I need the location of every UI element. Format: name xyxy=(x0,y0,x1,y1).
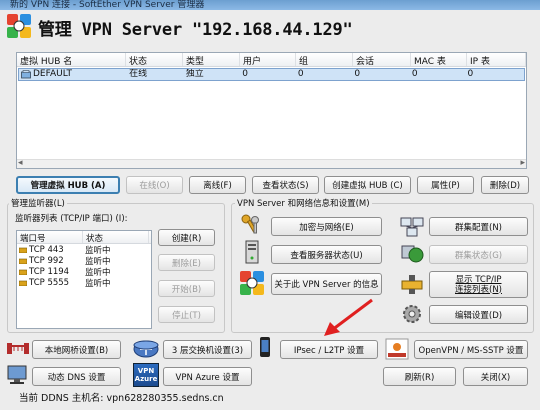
listener-table[interactable]: 端口号 状态 TCP 443 监听中 TCP 992 监听中 TCP 1194 … xyxy=(16,230,152,329)
column-header[interactable]: MAC 表 xyxy=(411,53,467,66)
azure-icon-text: Azure xyxy=(134,375,158,383)
hub-name: DEFAULT xyxy=(33,69,72,79)
refresh-button[interactable]: 刷新(R) xyxy=(383,367,456,386)
listener-port-cell: TCP 1194 xyxy=(17,267,83,277)
table-row[interactable]: DEFAULT 在线 独立 0 0 0 0 0 xyxy=(18,68,525,81)
listener-port: TCP 443 xyxy=(29,244,64,255)
properties-button[interactable]: 属性(P) xyxy=(417,176,474,194)
offline-button[interactable]: 离线(F) xyxy=(189,176,246,194)
table-cell: 在线 xyxy=(129,69,148,79)
port-icon xyxy=(19,258,27,264)
create-listener-button[interactable]: 创建(R) xyxy=(158,229,215,246)
keys-icon xyxy=(239,212,263,236)
listener-port-cell: TCP 443 xyxy=(17,245,83,255)
vpn-azure-button[interactable]: VPN Azure 设置 xyxy=(163,367,252,386)
close-button[interactable]: 关闭(X) xyxy=(463,367,528,386)
status-bar: 当前 DDNS 主机名: vpn628280355.sedns.cn xyxy=(0,389,540,410)
ipsec-l2tp-button[interactable]: IPsec / L2TP 设置 xyxy=(280,340,378,359)
vpn-server-icon xyxy=(6,13,32,39)
view-status-button[interactable]: 查看状态(S) xyxy=(252,176,319,194)
cluster-status-icon xyxy=(400,243,424,265)
listener-table-header: 端口号 状态 xyxy=(17,231,151,244)
window-titlebar[interactable]: 新的 VPN 连接 - SoftEther VPN Server 管理器 xyxy=(0,0,540,10)
cluster-status-button[interactable]: 群集状态(G) xyxy=(429,245,528,264)
start-listener-button[interactable]: 开始(B) xyxy=(158,280,215,297)
openvpn-sstp-icon xyxy=(385,338,409,360)
listener-list-label: 监听器列表 (TCP/IP 端口) (I): xyxy=(13,212,130,224)
listener-port: TCP 992 xyxy=(29,255,64,266)
table-cell: 0 xyxy=(242,69,248,79)
phone-icon xyxy=(259,336,271,358)
azure-icon-text: VPN xyxy=(137,367,155,375)
bridge-icon xyxy=(6,339,30,357)
port-icon xyxy=(19,269,27,275)
local-bridge-button[interactable]: 本地网桥设置(B) xyxy=(32,340,121,359)
table-cell: 0 xyxy=(467,69,474,79)
l3-switch-icon xyxy=(133,337,159,359)
tcp-connections-icon xyxy=(400,273,424,295)
table-row[interactable]: TCP 443 监听中 xyxy=(17,244,151,256)
edit-config-button[interactable]: 编辑设置(D) xyxy=(429,305,528,324)
online-button[interactable]: 在线(O) xyxy=(126,176,183,194)
server-info-icon xyxy=(239,270,265,296)
openvpn-sstp-button[interactable]: OpenVPN / MS-SSTP 设置 xyxy=(414,340,528,359)
ddns-hostname-status: 当前 DDNS 主机名: vpn628280355.sedns.cn xyxy=(19,393,224,404)
hub-name-cell: DEFAULT xyxy=(19,69,127,80)
table-cell: 0 xyxy=(297,69,304,79)
column-header[interactable]: IP 表 xyxy=(467,53,526,66)
tcp-list-label-2: 连接列表(N) xyxy=(455,284,502,295)
dynamic-dns-button[interactable]: 动态 DNS 设置 xyxy=(32,367,121,386)
cluster-config-button[interactable]: 群集配置(N) xyxy=(429,217,528,236)
server-status-button[interactable]: 查看服务器状态(U) xyxy=(271,245,382,264)
hub-icon xyxy=(21,70,31,79)
table-row[interactable]: TCP 992 监听中 xyxy=(17,255,151,267)
column-header[interactable]: 会话 xyxy=(353,53,411,66)
port-icon xyxy=(19,247,27,253)
red-arrow-annotation xyxy=(316,296,376,340)
server-info-group-title: VPN Server 和网络信息和设置(M) xyxy=(235,197,372,209)
table-cell: 独立 xyxy=(185,69,204,79)
manage-hub-button[interactable]: 管理虚拟 HUB (A) xyxy=(16,176,120,194)
hub-table[interactable]: 虚拟 HUB 名 状态 类型 用户 组 会话 MAC 表 IP 表 DEFAUL… xyxy=(16,52,527,169)
ddns-computer-icon xyxy=(6,365,28,385)
window-title: 新的 VPN 连接 - SoftEther VPN Server 管理器 xyxy=(10,0,205,10)
listener-port: TCP 1194 xyxy=(29,266,70,277)
column-header[interactable]: 端口号 xyxy=(17,231,83,244)
column-header[interactable]: 状态 xyxy=(83,231,149,244)
page-title: 管理 VPN Server "192.168.44.129" xyxy=(38,20,353,40)
hub-table-header: 虚拟 HUB 名 状态 类型 用户 组 会话 MAC 表 IP 表 xyxy=(17,53,526,67)
column-header[interactable]: 组 xyxy=(296,53,353,66)
cluster-config-icon xyxy=(400,216,424,238)
stop-listener-button[interactable]: 停止(T) xyxy=(158,306,215,323)
port-icon xyxy=(19,280,27,286)
tcp-list-label-1: 显示 TCP/IP xyxy=(455,274,502,285)
about-server-button[interactable]: 关于此 VPN Server 的信息 xyxy=(271,273,382,295)
listener-status: 监听中 xyxy=(85,278,111,289)
listener-port-cell: TCP 992 xyxy=(17,256,83,266)
encryption-network-button[interactable]: 加密与网络(E) xyxy=(271,217,382,236)
horizontal-scrollbar[interactable] xyxy=(17,158,526,168)
table-cell: 0 xyxy=(354,69,361,79)
create-hub-button[interactable]: 创建虚拟 HUB (C) xyxy=(324,176,411,194)
column-header[interactable]: 虚拟 HUB 名 xyxy=(17,53,126,66)
column-header[interactable]: 用户 xyxy=(240,53,296,66)
vpn-azure-icon: VPN Azure xyxy=(133,363,159,387)
table-row[interactable]: TCP 1194 监听中 xyxy=(17,266,151,278)
column-header[interactable]: 类型 xyxy=(183,53,240,66)
table-row[interactable]: TCP 5555 监听中 xyxy=(17,277,151,289)
listener-port: TCP 5555 xyxy=(29,277,70,288)
column-header[interactable]: 状态 xyxy=(126,53,183,66)
delete-listener-button[interactable]: 删除(E) xyxy=(158,254,215,271)
server-icon xyxy=(241,240,263,264)
delete-hub-button[interactable]: 删除(D) xyxy=(481,176,529,194)
listener-port-cell: TCP 5555 xyxy=(17,278,83,288)
settings-gear-icon xyxy=(400,302,424,326)
listener-group-title: 管理监听器(L) xyxy=(9,197,67,209)
l3-switch-button[interactable]: 3 层交换机设置(3) xyxy=(163,340,252,359)
table-cell: 0 xyxy=(411,69,418,79)
tcp-connection-list-button[interactable]: 显示 TCP/IP 连接列表(N) xyxy=(429,271,528,298)
